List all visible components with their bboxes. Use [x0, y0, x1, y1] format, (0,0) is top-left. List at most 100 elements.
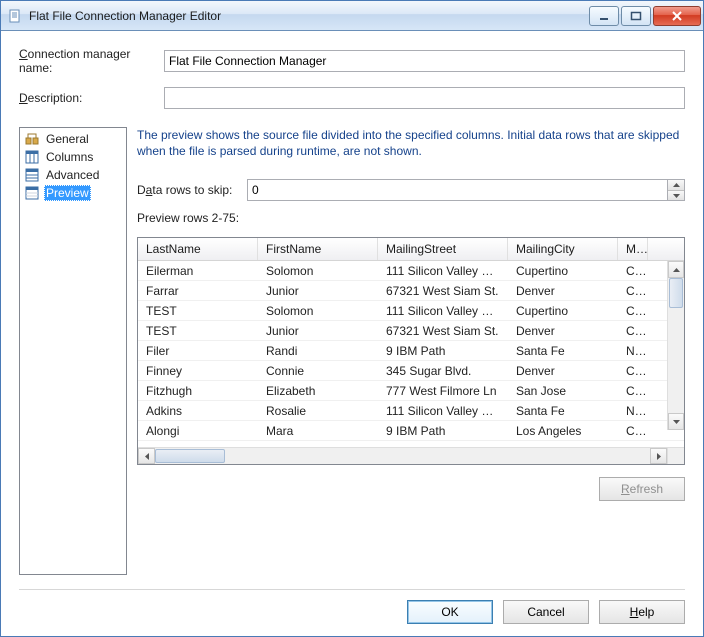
- preview-rows-label: Preview rows 2-75:: [137, 211, 685, 225]
- window-title: Flat File Connection Manager Editor: [29, 9, 587, 23]
- table-cell: Rosalie: [258, 401, 378, 420]
- table-cell: Solomon: [258, 301, 378, 320]
- table-cell: 111 Silicon Valley R...: [378, 301, 508, 320]
- vertical-scrollbar[interactable]: [667, 261, 684, 430]
- table-cell: Connie: [258, 361, 378, 380]
- table-cell: Los Angeles: [508, 421, 618, 440]
- table-cell: CA: [618, 421, 648, 440]
- scroll-thumb[interactable]: [669, 278, 683, 308]
- scroll-right-button[interactable]: [650, 448, 667, 464]
- content-pane: The preview shows the source file divide…: [137, 127, 685, 575]
- description-label: Description:: [19, 91, 164, 105]
- table-cell: Filer: [138, 341, 258, 360]
- preview-grid[interactable]: LastName FirstName MailingStreet Mailing…: [137, 237, 685, 465]
- scroll-down-button[interactable]: [668, 413, 684, 430]
- preview-icon: [24, 185, 40, 201]
- table-cell: Finney: [138, 361, 258, 380]
- table-cell: TEST: [138, 321, 258, 340]
- spinner-up-button[interactable]: [668, 180, 684, 191]
- col-header[interactable]: FirstName: [258, 238, 378, 260]
- scroll-track[interactable]: [155, 448, 650, 464]
- table-cell: Santa Fe: [508, 401, 618, 420]
- table-row[interactable]: FinneyConnie345 Sugar Blvd.DenverCA: [138, 361, 684, 381]
- table-row[interactable]: TESTJunior67321 West Siam St.DenverCA: [138, 321, 684, 341]
- nav-list[interactable]: General Columns Advanced: [19, 127, 127, 575]
- table-cell: San Jose: [508, 381, 618, 400]
- grid-body: EilermanSolomon111 Silicon Valley R...Cu…: [138, 261, 684, 447]
- ok-button[interactable]: OK: [407, 600, 493, 624]
- minimize-button[interactable]: [589, 6, 619, 26]
- nav-item-general[interactable]: General: [22, 130, 124, 148]
- nav-item-label: Preview: [44, 185, 91, 201]
- separator: [19, 589, 685, 590]
- description-input[interactable]: [164, 87, 685, 109]
- table-cell: 67321 West Siam St.: [378, 281, 508, 300]
- connection-name-row: Connection manager name:: [19, 47, 685, 75]
- table-cell: Elizabeth: [258, 381, 378, 400]
- nav-item-label: General: [44, 131, 91, 147]
- columns-icon: [24, 149, 40, 165]
- footer-buttons: OK Cancel Help: [19, 600, 685, 624]
- scroll-corner: [667, 448, 684, 464]
- general-icon: [24, 131, 40, 147]
- table-cell: Farrar: [138, 281, 258, 300]
- table-row[interactable]: EilermanSolomon111 Silicon Valley R...Cu…: [138, 261, 684, 281]
- spinner-down-button[interactable]: [668, 191, 684, 201]
- table-row[interactable]: FilerRandi9 IBM PathSanta FeNY: [138, 341, 684, 361]
- scroll-thumb[interactable]: [155, 449, 225, 463]
- table-cell: 9 IBM Path: [378, 421, 508, 440]
- pane-description: The preview shows the source file divide…: [137, 127, 685, 159]
- nav-item-columns[interactable]: Columns: [22, 148, 124, 166]
- refresh-button[interactable]: Refresh: [599, 477, 685, 501]
- close-button[interactable]: [653, 6, 701, 26]
- table-cell: CA: [618, 301, 648, 320]
- table-cell: Santa Fe: [508, 341, 618, 360]
- editor-window: Flat File Connection Manager Editor Conn…: [0, 0, 704, 637]
- col-header[interactable]: LastName: [138, 238, 258, 260]
- table-cell: 9 IBM Path: [378, 341, 508, 360]
- table-cell: Solomon: [258, 261, 378, 280]
- refresh-row: Refresh: [137, 477, 685, 501]
- table-cell: 111 Silicon Valley R...: [378, 401, 508, 420]
- nav-item-advanced[interactable]: Advanced: [22, 166, 124, 184]
- table-cell: Randi: [258, 341, 378, 360]
- table-row[interactable]: AlongiMara9 IBM PathLos AngelesCA: [138, 421, 684, 441]
- help-button[interactable]: Help: [599, 600, 685, 624]
- col-header[interactable]: Ma: [618, 238, 648, 260]
- scroll-up-button[interactable]: [668, 261, 684, 278]
- maximize-button[interactable]: [621, 6, 651, 26]
- table-cell: Eilerman: [138, 261, 258, 280]
- window-controls: [587, 6, 701, 26]
- nav-item-label: Advanced: [44, 167, 101, 183]
- table-cell: Denver: [508, 281, 618, 300]
- table-cell: 777 West Filmore Ln: [378, 381, 508, 400]
- table-cell: Alongi: [138, 421, 258, 440]
- table-cell: TEST: [138, 301, 258, 320]
- col-header[interactable]: MailingStreet: [378, 238, 508, 260]
- table-cell: CA: [618, 361, 648, 380]
- table-row[interactable]: TESTSolomon111 Silicon Valley R...Cupert…: [138, 301, 684, 321]
- client-area: Connection manager name: Description: Ge…: [1, 31, 703, 636]
- table-row[interactable]: FarrarJunior67321 West Siam St.DenverCA: [138, 281, 684, 301]
- scroll-track[interactable]: [668, 278, 684, 413]
- table-cell: Denver: [508, 321, 618, 340]
- table-cell: 111 Silicon Valley R...: [378, 261, 508, 280]
- table-cell: CA: [618, 381, 648, 400]
- table-row[interactable]: FitzhughElizabeth777 West Filmore LnSan …: [138, 381, 684, 401]
- table-row[interactable]: AdkinsRosalie111 Silicon Valley R...Sant…: [138, 401, 684, 421]
- scroll-left-button[interactable]: [138, 448, 155, 464]
- connection-name-input[interactable]: [164, 50, 685, 72]
- cancel-button[interactable]: Cancel: [503, 600, 589, 624]
- horizontal-scrollbar[interactable]: [138, 447, 684, 464]
- table-cell: 67321 West Siam St.: [378, 321, 508, 340]
- col-header[interactable]: MailingCity: [508, 238, 618, 260]
- nav-item-preview[interactable]: Preview: [22, 184, 124, 202]
- mid-area: General Columns Advanced: [19, 127, 685, 575]
- table-cell: Junior: [258, 321, 378, 340]
- table-cell: Adkins: [138, 401, 258, 420]
- skip-rows-input[interactable]: [248, 180, 667, 200]
- skip-rows-label: Data rows to skip:: [137, 183, 247, 197]
- skip-rows-spinner[interactable]: [247, 179, 685, 201]
- table-cell: CA: [618, 321, 648, 340]
- table-cell: CA: [618, 281, 648, 300]
